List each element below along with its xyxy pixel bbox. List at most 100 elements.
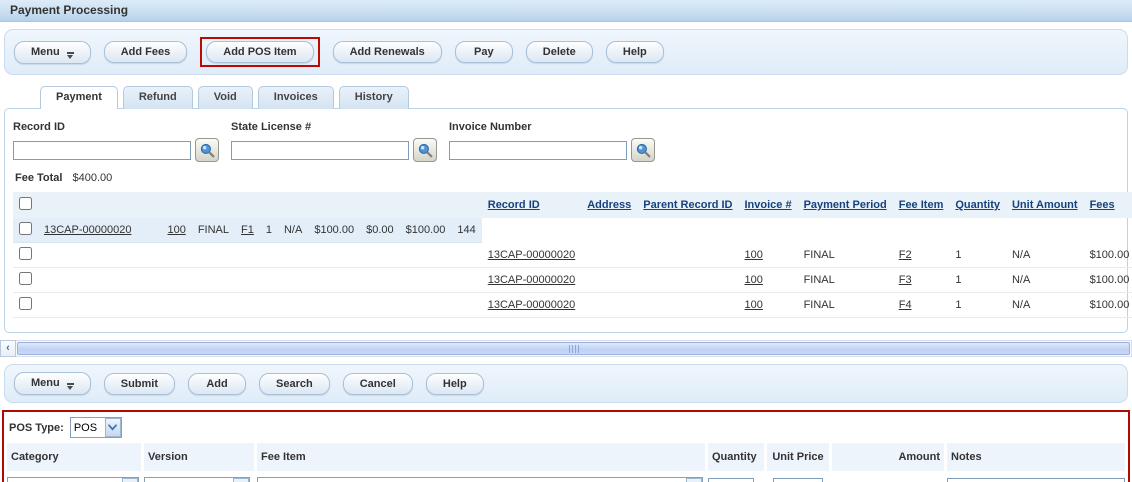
menu-button-bottom[interactable]: Menu [14, 372, 91, 395]
help-button[interactable]: Help [606, 41, 664, 63]
quantity-cell: 1 [260, 218, 278, 243]
address-cell [581, 293, 637, 318]
category-select-wrap: --Select-- [7, 477, 139, 482]
parent-record-cell [637, 293, 738, 318]
record-id-link[interactable]: 13CAP-00000020 [488, 299, 575, 311]
quantity-input[interactable] [708, 478, 754, 482]
menu-button[interactable]: Menu [14, 41, 91, 64]
col-payment-period[interactable]: Payment Period [804, 199, 887, 211]
table-row: 13CAP-00000020 100 FINAL F2 1 N/A $100.0… [13, 243, 1132, 268]
col-quantity[interactable]: Quantity [955, 199, 1000, 211]
parent-record-cell [637, 243, 738, 268]
col-record-id[interactable]: Record ID [488, 199, 540, 211]
top-toolbar: Menu Add Fees Add POS Item Add Renewals … [4, 29, 1128, 75]
add-button[interactable]: Add [188, 373, 246, 395]
col-parent-record-id[interactable]: Parent Record ID [643, 199, 732, 211]
fee-item-link[interactable]: F4 [899, 299, 912, 311]
tab-void[interactable]: Void [198, 86, 253, 109]
magnifier-icon [200, 143, 215, 158]
parent-record-cell [149, 218, 161, 243]
payment-period-cell: FINAL [798, 268, 893, 293]
paid-cell: $0.00 [360, 218, 400, 243]
fee-item-link[interactable]: F3 [899, 274, 912, 286]
col-unit-amount[interactable]: Unit Amount [1012, 199, 1078, 211]
quantity-cell: 1 [949, 243, 1006, 268]
version-select[interactable]: --Select-- [144, 477, 250, 482]
fee-item-link[interactable]: F2 [899, 249, 912, 261]
col-fees[interactable]: Fees [1090, 199, 1115, 211]
search-fields: Record ID State License # Invoice Number [13, 119, 1119, 162]
row-checkbox[interactable] [19, 247, 32, 260]
select-all-checkbox[interactable] [19, 197, 32, 210]
delete-button[interactable]: Delete [526, 41, 593, 63]
record-id-link[interactable]: 13CAP-00000020 [488, 249, 575, 261]
row-checkbox[interactable] [19, 222, 32, 235]
tab-invoices[interactable]: Invoices [258, 86, 334, 109]
search-button[interactable]: Search [259, 373, 330, 395]
add-pos-item-button[interactable]: Add POS Item [206, 41, 313, 63]
tab-history[interactable]: History [339, 86, 409, 109]
pos-type-label: POS Type: [9, 422, 64, 434]
unit-amount-cell: N/A [1006, 268, 1084, 293]
menu-button-label: Menu [31, 46, 60, 58]
tab-payment[interactable]: Payment [40, 86, 118, 109]
table-row: 13CAP-00000020 100 FINAL F3 1 N/A $100.0… [13, 268, 1132, 293]
quantity-header: Quantity [708, 443, 764, 471]
record-id-search-button[interactable] [195, 138, 219, 162]
col-fee-item[interactable]: Fee Item [899, 199, 944, 211]
amount-value: $0.00 [832, 471, 944, 482]
invoice-link[interactable]: 100 [745, 299, 763, 311]
fee-total-label: Fee Total [15, 172, 62, 184]
row-checkbox[interactable] [19, 297, 32, 310]
invoice-link[interactable]: 100 [167, 224, 185, 236]
chevron-left-icon[interactable]: ‹ [0, 340, 16, 357]
record-id-link[interactable]: 13CAP-00000020 [44, 224, 131, 236]
scrollbar-track[interactable] [16, 340, 1132, 357]
pay-button[interactable]: Pay [455, 41, 513, 63]
amount-header: Amount [832, 443, 944, 471]
caret-down-icon [67, 52, 74, 59]
state-license-search-button[interactable] [413, 138, 437, 162]
col-invoice[interactable]: Invoice # [745, 199, 792, 211]
menu-button-label: Menu [31, 377, 60, 389]
pos-type-select[interactable]: POS [70, 417, 122, 438]
submit-button[interactable]: Submit [104, 373, 175, 395]
table-row: 13CAP-00000020 100 FINAL F4 1 N/A $100.0… [13, 293, 1132, 318]
unit-price-input[interactable] [773, 478, 823, 482]
notes-input[interactable] [947, 478, 1125, 482]
tab-refund[interactable]: Refund [123, 86, 193, 109]
help-button-bottom[interactable]: Help [426, 373, 484, 395]
invoice-link[interactable]: 100 [745, 274, 763, 286]
invoice-number-search-button[interactable] [631, 138, 655, 162]
add-fees-button[interactable]: Add Fees [104, 41, 188, 63]
payment-period-cell: FINAL [798, 293, 893, 318]
row-checkbox[interactable] [19, 272, 32, 285]
add-pos-item-highlight-box: Add POS Item [200, 37, 319, 67]
payment-period-cell: FINAL [798, 243, 893, 268]
fees-cell: $100.00 [1084, 293, 1132, 318]
cancel-button[interactable]: Cancel [343, 373, 413, 395]
scrollbar-thumb[interactable] [17, 342, 1130, 355]
fee-item-link[interactable]: F1 [241, 224, 254, 236]
unit-amount-cell: N/A [1006, 293, 1084, 318]
invoice-link[interactable]: 100 [745, 249, 763, 261]
invoice-number-label: Invoice Number [449, 121, 655, 133]
quantity-cell: 1 [949, 268, 1006, 293]
record-id-input[interactable] [13, 141, 191, 160]
quantity-cell: 1 [949, 293, 1006, 318]
record-id-link[interactable]: 13CAP-00000020 [488, 274, 575, 286]
invoice-number-input[interactable] [449, 141, 627, 160]
fee-item-header: Fee Item [257, 443, 705, 471]
category-select[interactable]: --Select-- [7, 477, 139, 482]
address-cell [581, 268, 637, 293]
page-title: Payment Processing [0, 0, 1132, 22]
col-address[interactable]: Address [587, 199, 631, 211]
unit-amount-cell: N/A [278, 218, 308, 243]
state-license-input[interactable] [231, 141, 409, 160]
table-row: 13CAP-00000020 100 FINAL F1 1 N/A $100.0… [13, 218, 482, 243]
fee-item-select[interactable]: --Select-- [257, 477, 703, 482]
notes-header: Notes [947, 443, 1125, 471]
pos-type-row: POS Type: POS [7, 415, 1125, 443]
fees-cell: $100.00 [308, 218, 360, 243]
add-renewals-button[interactable]: Add Renewals [333, 41, 442, 63]
